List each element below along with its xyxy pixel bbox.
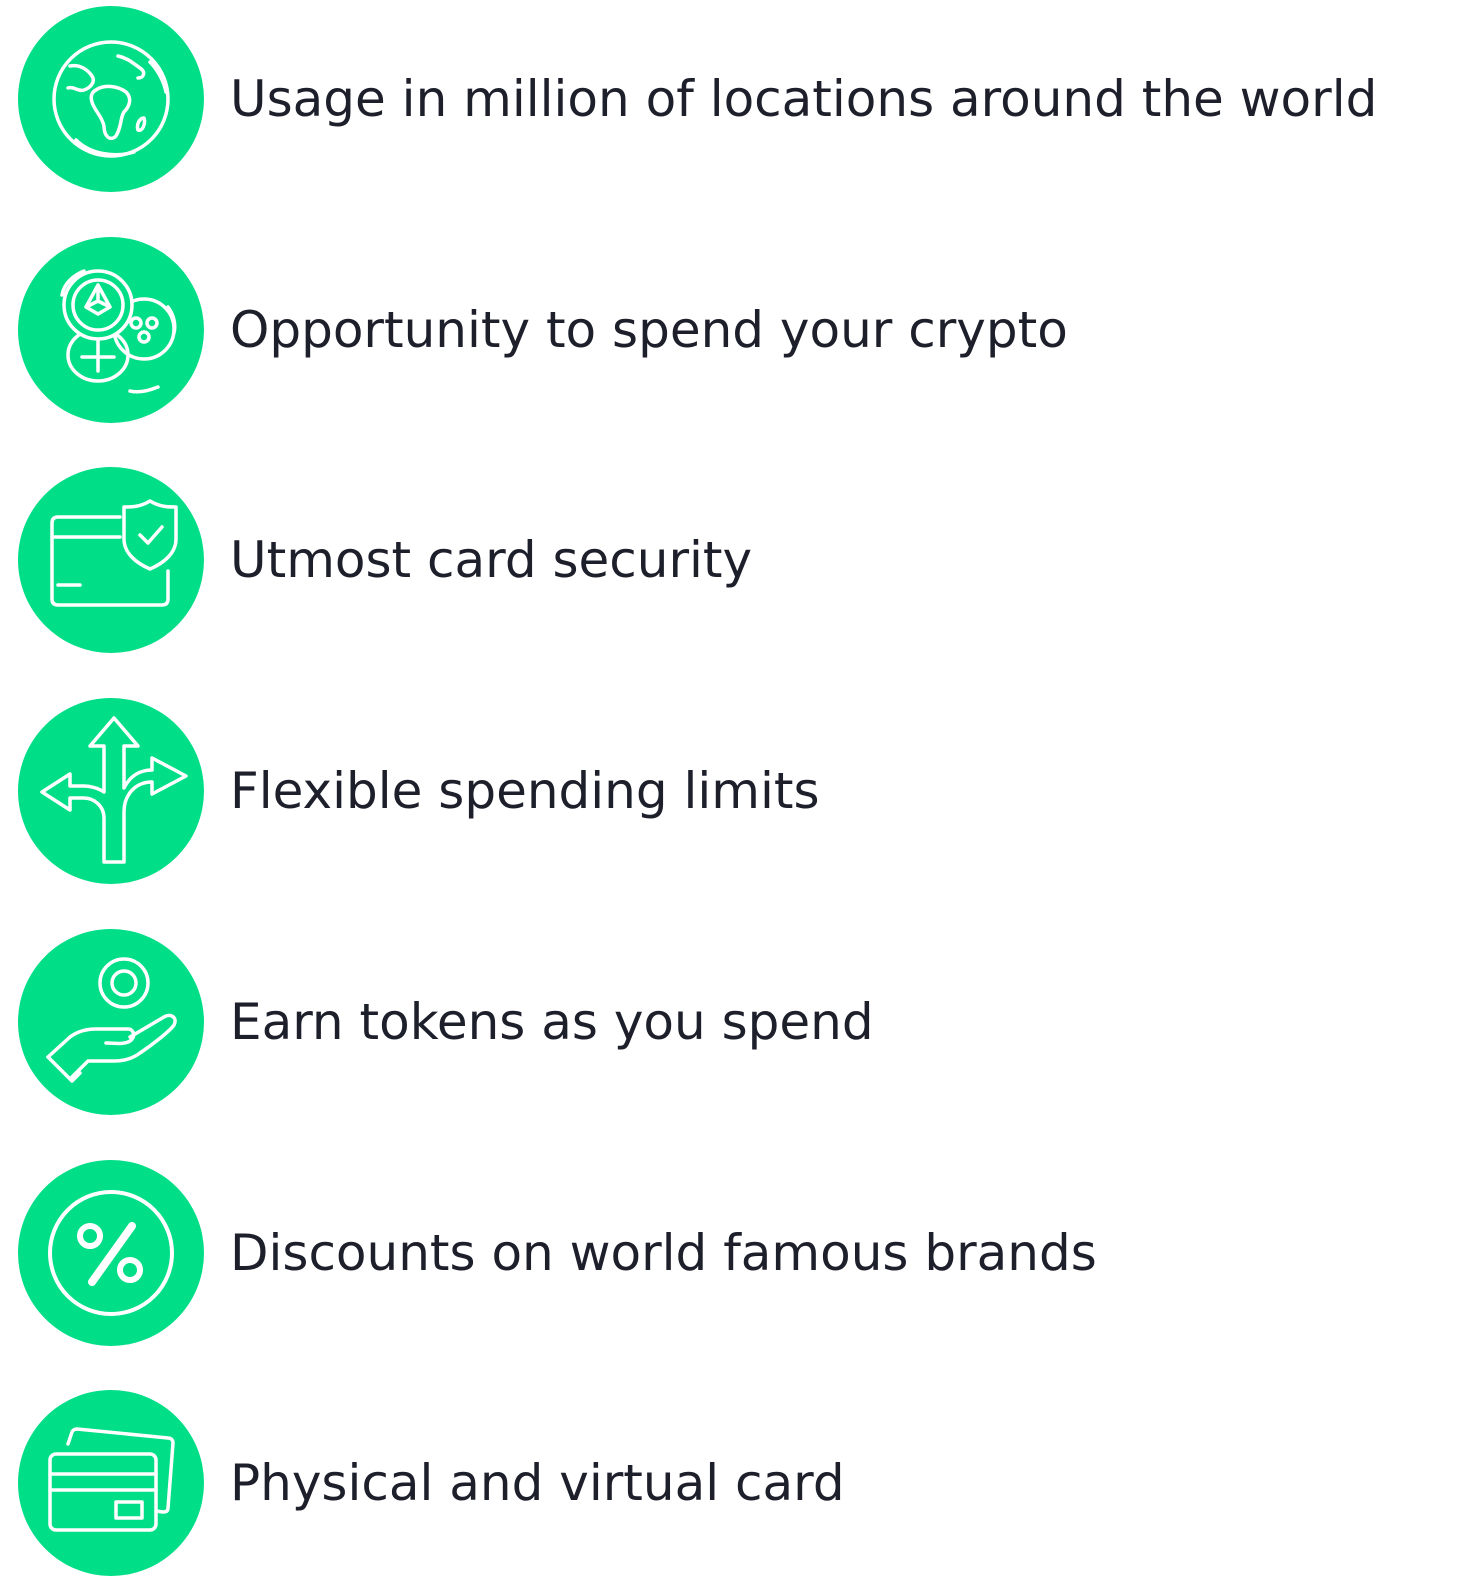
cards-icon [18, 1390, 204, 1576]
feature-item-locations: Usage in million of locations around the… [18, 6, 1377, 192]
feature-label: Flexible spending limits [230, 762, 820, 820]
percent-icon [18, 1160, 204, 1346]
feature-label: Utmost card security [230, 531, 753, 589]
feature-label: Physical and virtual card [230, 1454, 845, 1512]
feature-item-cards: Physical and virtual card [18, 1390, 845, 1576]
feature-item-discounts: Discounts on world famous brands [18, 1160, 1097, 1346]
feature-item-limits: Flexible spending limits [18, 698, 820, 884]
feature-item-security: Utmost card security [18, 467, 752, 653]
feature-item-tokens: Earn tokens as you spend [18, 929, 874, 1115]
feature-item-crypto: Opportunity to spend your crypto [18, 237, 1068, 423]
hand-coin-icon [18, 929, 204, 1115]
feature-label: Opportunity to spend your crypto [230, 301, 1068, 359]
feature-label: Earn tokens as you spend [230, 993, 874, 1051]
globe-icon [18, 6, 204, 192]
split-arrows-icon [18, 698, 204, 884]
card-shield-icon [18, 467, 204, 653]
feature-label: Discounts on world famous brands [230, 1224, 1097, 1282]
crypto-coins-icon [18, 237, 204, 423]
feature-label: Usage in million of locations around the… [230, 70, 1378, 128]
